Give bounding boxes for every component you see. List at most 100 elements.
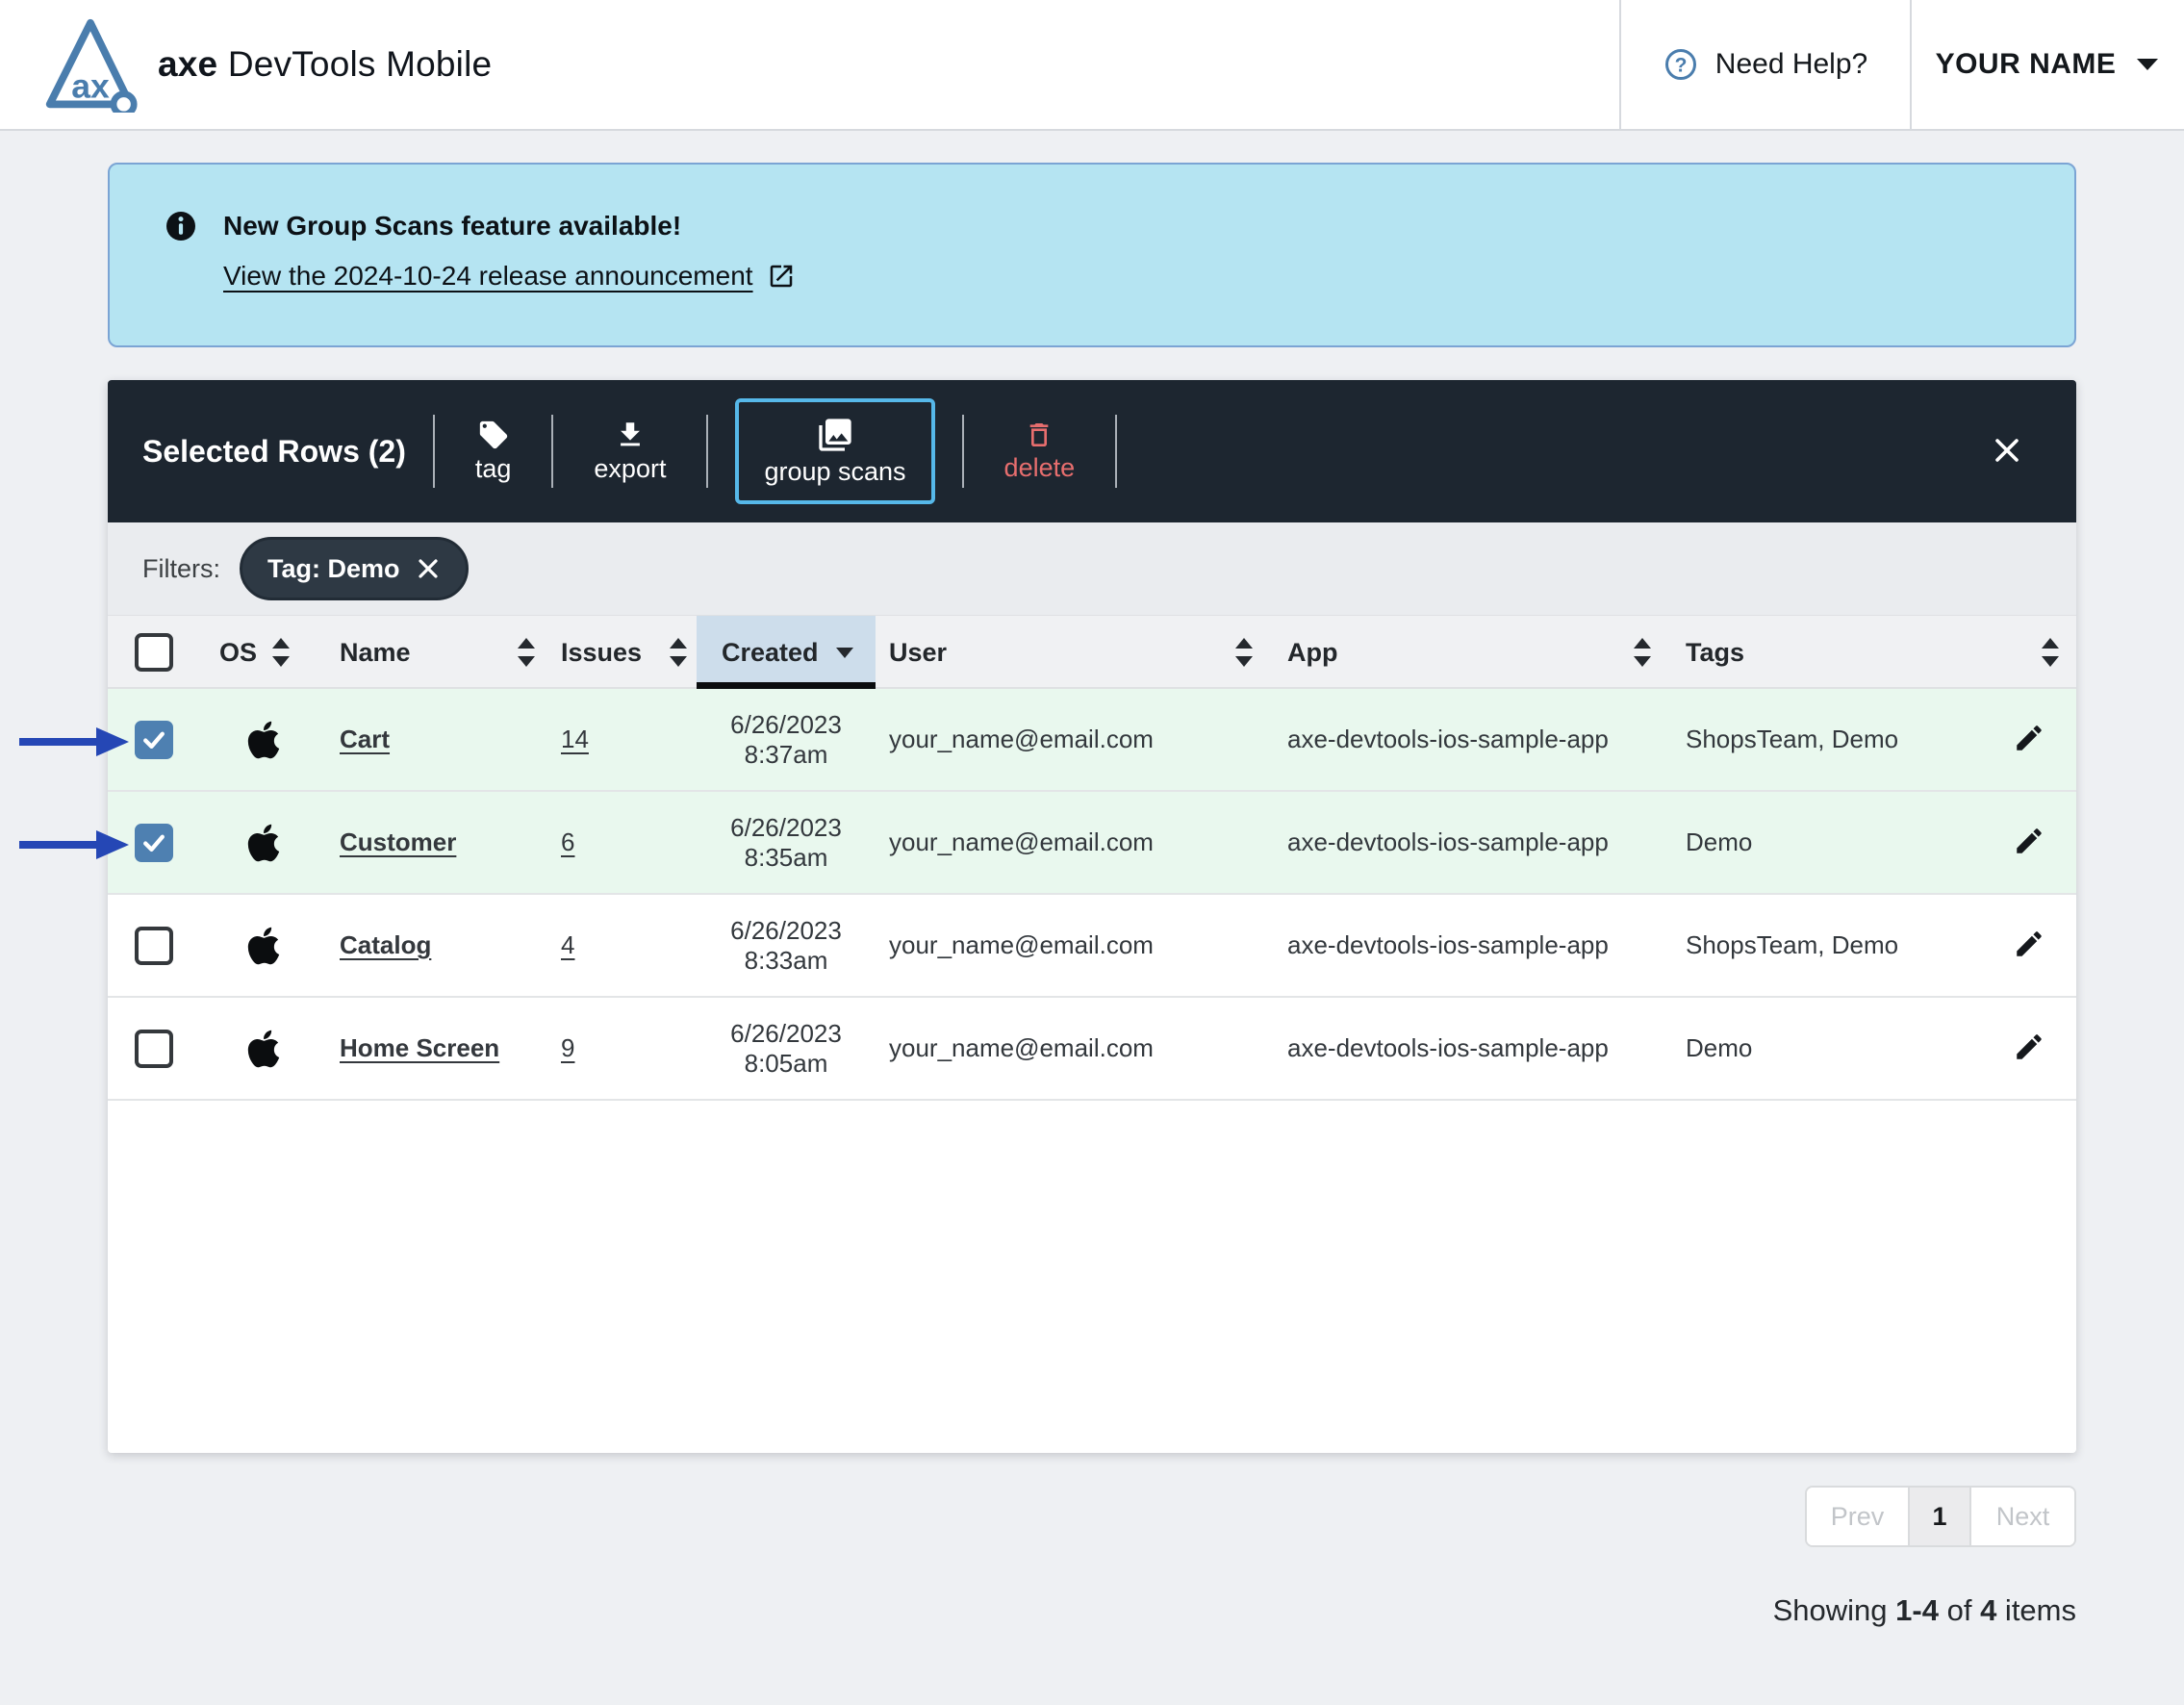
created-cell: 6/26/20238:33am xyxy=(697,916,876,976)
close-icon xyxy=(1990,433,2024,468)
scan-name-link[interactable]: Customer xyxy=(340,827,456,856)
toolbar-divider xyxy=(433,415,435,488)
external-link-icon xyxy=(767,262,796,291)
issues-count-link[interactable]: 6 xyxy=(561,827,574,856)
help-icon: ? xyxy=(1663,47,1698,82)
svg-text:ax: ax xyxy=(71,67,110,106)
need-help-button[interactable]: ? Need Help? xyxy=(1619,0,1910,130)
tags-cell: Demo xyxy=(1661,1027,2076,1070)
toolbar-divider xyxy=(1115,415,1117,488)
tag-button[interactable]: tag xyxy=(462,411,525,492)
issues-count-link[interactable]: 14 xyxy=(561,725,589,753)
scan-name-link[interactable]: Cart xyxy=(340,725,390,753)
filters-label: Filters: xyxy=(142,554,220,584)
pencil-icon xyxy=(2013,825,2045,857)
remove-filter-icon[interactable] xyxy=(416,556,441,581)
tags-cell: ShopsTeam, Demo xyxy=(1661,924,2076,967)
pagination: Prev 1 Next xyxy=(1805,1486,2076,1547)
page-1-button[interactable]: 1 xyxy=(1910,1488,1971,1545)
issues-count-link[interactable]: 9 xyxy=(561,1033,574,1062)
annotation-arrow xyxy=(15,724,131,760)
user-cell: your_name@email.com xyxy=(876,725,1262,754)
axe-logo-icon: ax xyxy=(42,16,139,113)
sort-icon xyxy=(1632,636,1653,669)
selection-toolbar: Selected Rows (2) tag export grou xyxy=(108,380,2076,522)
brand: ax axe DevTools Mobile xyxy=(42,16,492,113)
table-row: Cart 14 6/26/20238:37am your_name@email.… xyxy=(108,689,2076,792)
prev-page-button[interactable]: Prev xyxy=(1807,1488,1910,1545)
table-header-row: OS Name Issues Created User App xyxy=(108,616,2076,689)
scan-name-link[interactable]: Catalog xyxy=(340,930,431,959)
group-scans-icon xyxy=(816,416,854,454)
tags-value: ShopsTeam, Demo xyxy=(1686,930,1898,960)
column-header-name[interactable]: Name xyxy=(317,616,550,689)
sort-icon xyxy=(270,636,292,669)
table-row: Catalog 4 6/26/20238:33am your_name@emai… xyxy=(108,895,2076,998)
close-selection-button[interactable] xyxy=(1984,427,2030,476)
sort-icon xyxy=(2040,636,2061,669)
filter-chip-tag-demo[interactable]: Tag: Demo xyxy=(240,537,469,600)
info-icon xyxy=(165,211,196,242)
issues-count-link[interactable]: 4 xyxy=(561,930,574,959)
edit-tags-button[interactable] xyxy=(2009,821,2049,864)
apple-os-icon xyxy=(246,719,281,761)
pencil-icon xyxy=(2013,928,2045,960)
apple-os-icon xyxy=(246,925,281,967)
edit-tags-button[interactable] xyxy=(2009,1027,2049,1070)
group-scans-button[interactable]: group scans xyxy=(735,398,934,504)
annotation-arrow xyxy=(15,827,131,863)
need-help-label: Need Help? xyxy=(1715,48,1867,81)
column-header-issues[interactable]: Issues xyxy=(550,616,697,689)
sort-desc-icon xyxy=(834,646,855,660)
toolbar-divider xyxy=(706,415,708,488)
next-page-button[interactable]: Next xyxy=(1971,1488,2074,1545)
column-header-tags[interactable]: Tags xyxy=(1661,616,2076,689)
banner-title: New Group Scans feature available! xyxy=(223,211,681,242)
column-header-os[interactable]: OS xyxy=(209,616,317,689)
tags-value: Demo xyxy=(1686,827,1752,857)
sort-icon xyxy=(516,636,537,669)
announcement-banner: New Group Scans feature available! View … xyxy=(108,163,2076,347)
row-checkbox[interactable] xyxy=(135,824,173,862)
select-all-checkbox-cell xyxy=(108,616,209,689)
chevron-down-icon xyxy=(2135,56,2160,73)
export-button[interactable]: export xyxy=(580,411,679,492)
filter-bar: Filters: Tag: Demo xyxy=(108,522,2076,616)
sort-icon xyxy=(1233,636,1255,669)
app-cell: axe-devtools-ios-sample-app xyxy=(1262,827,1661,857)
trash-icon xyxy=(1024,420,1054,450)
user-cell: your_name@email.com xyxy=(876,930,1262,960)
created-cell: 6/26/20238:35am xyxy=(697,813,876,873)
release-announcement-link[interactable]: View the 2024-10-24 release announcement xyxy=(223,261,753,292)
app-header: ax axe DevTools Mobile ? Need Help? YOUR… xyxy=(0,0,2184,131)
edit-tags-button[interactable] xyxy=(2009,924,2049,967)
toolbar-divider xyxy=(962,415,964,488)
user-menu-button[interactable]: YOUR NAME xyxy=(1910,0,2184,130)
scan-name-link[interactable]: Home Screen xyxy=(340,1033,499,1062)
column-header-app[interactable]: App xyxy=(1262,616,1661,689)
tags-value: Demo xyxy=(1686,1033,1752,1063)
app-cell: axe-devtools-ios-sample-app xyxy=(1262,930,1661,960)
row-checkbox[interactable] xyxy=(135,927,173,965)
toolbar-divider xyxy=(551,415,553,488)
tags-cell: ShopsTeam, Demo xyxy=(1661,718,2076,761)
tags-cell: Demo xyxy=(1661,821,2076,864)
user-name-label: YOUR NAME xyxy=(1936,48,2117,81)
created-cell: 6/26/20238:05am xyxy=(697,1019,876,1079)
column-header-user[interactable]: User xyxy=(876,616,1262,689)
row-checkbox[interactable] xyxy=(135,1030,173,1068)
column-header-created-sorted[interactable]: Created xyxy=(697,616,876,689)
tag-icon xyxy=(477,419,510,451)
export-icon xyxy=(614,419,647,451)
pencil-icon xyxy=(2013,722,2045,754)
svg-text:?: ? xyxy=(1674,55,1687,77)
apple-os-icon xyxy=(246,822,281,864)
edit-tags-button[interactable] xyxy=(2009,718,2049,761)
sort-icon xyxy=(668,636,689,669)
select-all-checkbox[interactable] xyxy=(135,633,173,672)
row-checkbox[interactable] xyxy=(135,721,173,759)
delete-button[interactable]: delete xyxy=(991,412,1089,491)
table-row: Customer 6 6/26/20238:35am your_name@ema… xyxy=(108,792,2076,895)
scans-card: Selected Rows (2) tag export grou xyxy=(108,380,2076,1453)
page-title: axe DevTools Mobile xyxy=(158,44,492,85)
